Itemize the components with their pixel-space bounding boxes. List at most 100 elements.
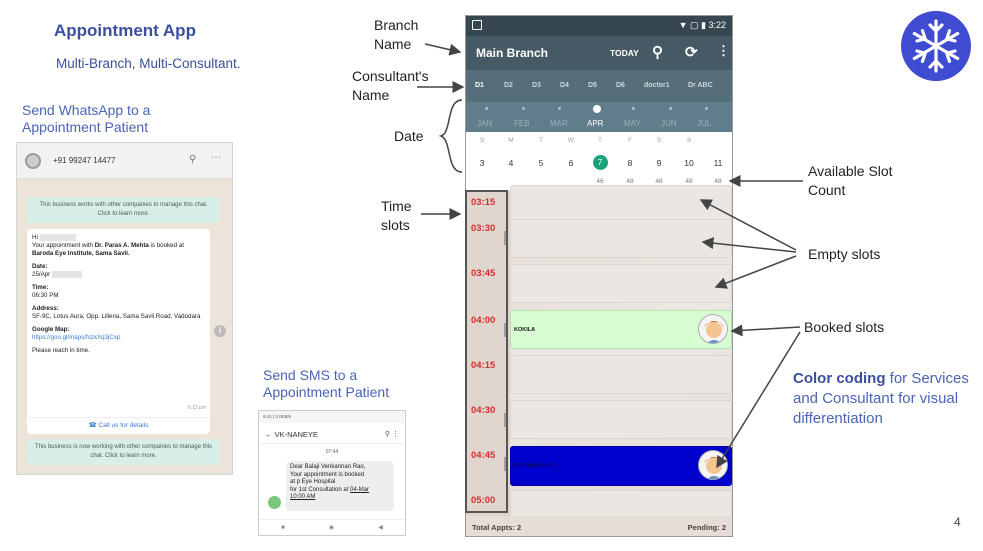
whatsapp-header: +91 99247 14477 ⚲ ⋯ xyxy=(17,143,232,179)
empty-slot[interactable] xyxy=(510,219,732,258)
redacted-name xyxy=(39,234,76,241)
whatsapp-heading-line2: Appointment Patient xyxy=(22,119,149,135)
today-button[interactable]: TODAY xyxy=(610,48,639,58)
day-6[interactable]: 6 xyxy=(564,158,578,168)
empty-slot[interactable] xyxy=(510,264,732,303)
booked-slot[interactable]: KOKILA xyxy=(510,310,732,349)
month-mar[interactable]: MAR xyxy=(550,119,568,128)
map-label: Google Map: xyxy=(32,326,70,334)
sms-line2: Your appointment is booked xyxy=(290,471,365,478)
callout-slot-count-line1: Available Slot xyxy=(808,163,893,179)
month-may[interactable]: MAY xyxy=(624,119,641,128)
consultant-tab-dr-abc[interactable]: Dr ABC xyxy=(688,82,713,89)
overflow-menu-icon[interactable]: ⋮ xyxy=(717,43,730,59)
home-icon[interactable]: ◉ xyxy=(329,524,334,531)
day-9[interactable]: 9 xyxy=(652,158,666,168)
sms-message-bubble: Dear Balaji Venkannan Rao, Your appointm… xyxy=(286,461,394,511)
android-nav-bar: ■ ◉ ◀ xyxy=(259,519,405,535)
consultant-tabs: D1 D2 D3 D4 D5 D6 doctor1 Dr ABC xyxy=(466,70,732,104)
selected-day[interactable]: 7 xyxy=(592,155,608,170)
call-us-button[interactable]: ☎ Call us for details xyxy=(27,417,210,430)
sms-line3: at p Eye Hospital xyxy=(290,479,336,485)
sms-line4-pre: for 1st Consultation at xyxy=(290,486,351,493)
map-link[interactable]: https://goo.gl/maps/fszxXq3jCxp xyxy=(32,334,205,342)
sms-date-link[interactable]: 04-Mar xyxy=(350,487,369,493)
date-brace xyxy=(438,99,463,173)
back-arrow-icon[interactable]: ← xyxy=(265,430,273,439)
booked-slot[interactable]: MANISHA SHAH xyxy=(510,446,732,486)
date-value: 25/Apr xyxy=(32,271,51,279)
pending-count: Pending: 2 xyxy=(687,523,726,532)
empty-slot[interactable] xyxy=(510,355,732,394)
business-notice-bottom[interactable]: This business is now working with other … xyxy=(27,439,220,465)
date-label: Date: xyxy=(32,263,48,271)
callout-booked-slots: Booked slots xyxy=(804,319,885,335)
weekday-label: F xyxy=(628,137,632,144)
more-options-icon[interactable]: ⋯ xyxy=(211,152,221,163)
slot-count: 46 xyxy=(596,178,604,185)
consultant-tab-d5[interactable]: D5 xyxy=(588,82,597,89)
gallery-icon xyxy=(472,20,482,30)
patient-name: KOKILA xyxy=(514,327,536,333)
month-apr[interactable]: APR xyxy=(587,119,603,128)
branch-selector[interactable]: Main Branch xyxy=(476,46,548,60)
message-line1-mid: is booked at xyxy=(148,242,184,250)
weekday-label: M xyxy=(508,137,514,144)
search-icon[interactable]: ⚲ xyxy=(189,154,196,165)
call-us-label: Call us for details xyxy=(98,422,149,429)
callout-branch-line1: Branch xyxy=(374,17,419,33)
day-8[interactable]: 8 xyxy=(623,158,637,168)
month-dot-mar xyxy=(558,107,561,110)
callout-consultant-line2: Name xyxy=(352,87,390,103)
day-11[interactable]: 11 xyxy=(711,158,725,168)
sms-sender: VK-NANEYE xyxy=(274,430,318,439)
month-jul[interactable]: JUL xyxy=(697,119,711,128)
patient-avatar-icon xyxy=(698,450,728,480)
month-jun[interactable]: JUN xyxy=(661,119,677,128)
sms-status-bar: 9:41 | 0.0KB/s xyxy=(259,411,405,423)
day-4[interactable]: 4 xyxy=(504,158,518,168)
consultant-tab-d1[interactable]: D1 xyxy=(475,82,484,89)
recent-apps-icon[interactable]: ■ xyxy=(281,525,285,531)
month-dot-jun xyxy=(669,107,672,110)
consultant-tab-doctor1[interactable]: doctor1 xyxy=(644,82,670,89)
refresh-icon[interactable]: ⟳ xyxy=(685,43,698,61)
callout-date: Date xyxy=(394,128,424,144)
consultant-tab-d6[interactable]: D6 xyxy=(616,82,625,89)
page-title: Appointment App xyxy=(54,21,196,40)
month-jan[interactable]: JAN xyxy=(477,119,492,128)
sms-time-link[interactable]: 10:00 AM xyxy=(290,494,315,500)
empty-slot[interactable] xyxy=(510,400,732,439)
callout-time-line1: Time xyxy=(381,198,412,214)
business-notice-top[interactable]: This business works with other companies… xyxy=(27,197,220,223)
callout-slot-count-line2: Count xyxy=(808,182,846,198)
sms-heading-line2: Appointment Patient xyxy=(263,384,390,400)
callout-consultant-name: Consultant's Name xyxy=(352,67,429,105)
status-time: 3:22 xyxy=(708,20,726,30)
greeting-text: Hi xyxy=(32,234,38,242)
callout-slot-count: Available Slot Count xyxy=(808,162,893,200)
weekday-label: T xyxy=(598,137,602,144)
search-icon[interactable]: ⚲ xyxy=(652,43,663,61)
bottom-summary-bar: Total Appts: 2 Pending: 2 xyxy=(466,516,732,536)
institute-name: Baroda Eye Institute, Sama Savli. xyxy=(32,250,130,258)
app-bar: Main Branch TODAY ⚲ ⟳ ⋮ xyxy=(466,36,732,70)
day-5[interactable]: 5 xyxy=(534,158,548,168)
contact-avatar[interactable] xyxy=(25,153,41,169)
arrow-branch xyxy=(424,43,462,56)
sms-heading: Send SMS to a Appointment Patient xyxy=(263,367,389,401)
time-label: Time: xyxy=(32,284,49,292)
sms-header-icons[interactable]: ⚲ ⋮ xyxy=(385,430,399,438)
patient-avatar-icon xyxy=(698,314,728,344)
day-3[interactable]: 3 xyxy=(475,158,489,168)
info-icon[interactable]: i xyxy=(214,325,226,337)
day-10[interactable]: 10 xyxy=(682,158,696,168)
consultant-tab-d3[interactable]: D3 xyxy=(532,82,541,89)
whatsapp-heading-line1: Send WhatsApp to a xyxy=(22,102,151,118)
sms-screenshot: 9:41 | 0.0KB/s ← VK-NANEYE ⚲ ⋮ 07:44 Dea… xyxy=(258,410,406,536)
month-feb[interactable]: FEB xyxy=(514,119,530,128)
back-icon[interactable]: ◀ xyxy=(378,524,383,531)
consultant-tab-d4[interactable]: D4 xyxy=(560,82,569,89)
consultant-tab-d2[interactable]: D2 xyxy=(504,82,513,89)
closing-text: Please reach in time. xyxy=(32,347,90,355)
